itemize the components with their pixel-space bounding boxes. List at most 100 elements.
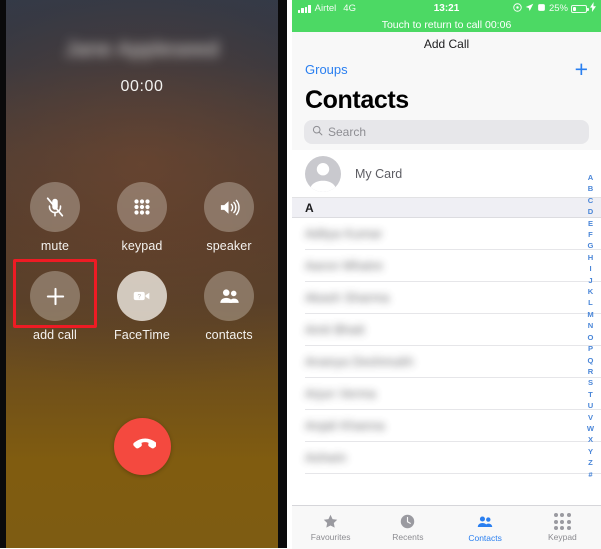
- contact-name: Ashwin: [305, 451, 347, 465]
- alphabet-index-letter[interactable]: G: [588, 240, 594, 251]
- keypad-button-bubble: [117, 182, 167, 232]
- groups-row: Groups +: [292, 56, 601, 82]
- my-card-label: My Card: [355, 166, 403, 181]
- tab-keypad[interactable]: Keypad: [524, 506, 601, 549]
- speaker-icon: [218, 196, 241, 219]
- alphabet-index-letter[interactable]: P: [588, 343, 593, 354]
- contact-name: Ananya Deshmukh: [305, 355, 414, 369]
- contact-name: Amit Bhatt: [305, 323, 365, 337]
- keypad-button-label: keypad: [121, 239, 163, 253]
- alphabet-index-letter[interactable]: U: [588, 400, 593, 411]
- contact-name: Aaron Mhatre: [305, 259, 384, 273]
- call-controls-row-2: add call ? FaceTime contacts: [6, 259, 278, 342]
- phone-down-icon: [129, 431, 157, 463]
- alphabet-index-letter[interactable]: M: [587, 309, 593, 320]
- facetime-button-label: FaceTime: [114, 328, 170, 342]
- alphabet-index-letter[interactable]: R: [588, 366, 593, 377]
- tab-keypad-label: Keypad: [547, 531, 577, 542]
- keypad-icon: [554, 513, 571, 530]
- contacts-button[interactable]: contacts: [198, 271, 260, 342]
- alphabet-index-letter[interactable]: Q: [588, 355, 594, 366]
- search-input[interactable]: Search: [304, 120, 589, 144]
- alphabet-index-letter[interactable]: H: [588, 252, 593, 263]
- caller-name: Jane Appleseed: [65, 38, 219, 61]
- alphabet-index-letter[interactable]: A: [588, 172, 593, 183]
- alphabet-index-letter[interactable]: L: [588, 297, 593, 308]
- person-placeholder-icon: [305, 155, 341, 192]
- alphabet-index-letter[interactable]: S: [588, 377, 593, 388]
- svg-text:?: ?: [137, 293, 141, 300]
- alphabet-index-letter[interactable]: K: [588, 286, 593, 297]
- mute-button-bubble: [30, 182, 80, 232]
- contacts-icon: [476, 513, 494, 531]
- plus-icon: [44, 285, 67, 308]
- alphabet-index-letter[interactable]: E: [588, 218, 593, 229]
- alphabet-index-letter[interactable]: C: [588, 195, 593, 206]
- alphabet-index-letter[interactable]: D: [588, 206, 593, 217]
- alphabet-index[interactable]: A B C D E F G H I J K L M N O P Q R S T U V W X Y Z #: [584, 172, 597, 494]
- mute-button-label: mute: [40, 239, 70, 253]
- contact-name: Akash Sharma: [305, 291, 390, 305]
- battery-percent-label: 25%: [548, 3, 568, 14]
- call-duration-timer: 00:00: [120, 78, 164, 95]
- keypad-button[interactable]: keypad: [111, 182, 173, 253]
- contact-name: Arjun Verma: [305, 387, 376, 401]
- add-call-button-bubble: [30, 271, 80, 321]
- list-item[interactable]: Anjali Khanna: [292, 410, 601, 442]
- end-call-button[interactable]: [113, 418, 171, 475]
- search-icon: [312, 123, 323, 141]
- alphabet-index-letter[interactable]: N: [588, 320, 593, 331]
- list-item[interactable]: Ananya Deshmukh: [292, 346, 601, 378]
- alarm-icon: [537, 3, 546, 15]
- my-card-row[interactable]: My Card: [292, 150, 601, 198]
- facetime-button[interactable]: ? FaceTime: [111, 271, 173, 342]
- add-contact-button[interactable]: +: [575, 57, 588, 81]
- tab-favourites[interactable]: Favourites: [292, 506, 369, 549]
- tab-recents-label: Recents: [392, 532, 424, 542]
- phone-bezel-right: [278, 0, 287, 548]
- alphabet-index-letter[interactable]: W: [587, 423, 594, 434]
- alphabet-index-letter[interactable]: X: [588, 434, 593, 445]
- alphabet-index-letter[interactable]: #: [588, 469, 592, 480]
- list-item[interactable]: Aaron Mhatre: [292, 250, 601, 282]
- groups-link[interactable]: Groups: [305, 62, 348, 77]
- call-controls-grid: mute keypad speaker add call ? FaceTime …: [6, 182, 278, 360]
- mute-button[interactable]: mute: [24, 182, 86, 253]
- list-item[interactable]: Arjun Verma: [292, 378, 601, 410]
- alphabet-index-letter[interactable]: T: [588, 389, 593, 400]
- return-to-call-banner[interactable]: Touch to return to call 00:06: [292, 17, 601, 32]
- charging-bolt-icon: [590, 2, 596, 15]
- add-call-button[interactable]: add call: [13, 259, 97, 342]
- battery-icon: [571, 4, 589, 13]
- contacts-icon: [218, 285, 241, 308]
- alphabet-index-letter[interactable]: B: [588, 183, 593, 194]
- tab-contacts[interactable]: Contacts: [447, 506, 524, 549]
- list-item[interactable]: Amit Bhatt: [292, 314, 601, 346]
- rotation-lock-icon: [513, 2, 522, 15]
- list-item[interactable]: Akash Sharma: [292, 282, 601, 314]
- add-call-button-label: add call: [33, 328, 77, 342]
- tab-recents[interactable]: Recents: [369, 506, 446, 549]
- list-item[interactable]: Ashwin: [292, 442, 601, 474]
- speaker-button[interactable]: speaker: [198, 182, 260, 253]
- navbar-title: Add Call: [423, 37, 470, 51]
- status-bar-right: 25%: [513, 2, 601, 15]
- alphabet-index-letter[interactable]: J: [588, 275, 592, 286]
- alphabet-index-letter[interactable]: I: [589, 263, 591, 274]
- status-bar: Airtel 4G 13:21 25%: [292, 0, 601, 17]
- microphone-muted-icon: [44, 196, 66, 218]
- facetime-button-bubble: ?: [117, 271, 167, 321]
- tab-bar: Favourites Recents Contacts Keypad: [292, 505, 601, 549]
- contact-name: Anjali Khanna: [305, 419, 385, 433]
- list-item[interactable]: Aditya Kumar: [292, 218, 601, 250]
- alphabet-index-letter[interactable]: O: [588, 332, 594, 343]
- alphabet-index-letter[interactable]: F: [588, 229, 593, 240]
- page-title-text: Contacts: [305, 85, 409, 114]
- contacts-button-bubble: [204, 271, 254, 321]
- alphabet-index-letter[interactable]: V: [588, 412, 593, 423]
- call-controls-row-1: mute keypad speaker: [6, 182, 278, 253]
- search-placeholder: Search: [328, 125, 367, 139]
- alphabet-index-letter[interactable]: Z: [588, 457, 593, 468]
- contacts-list[interactable]: My Card A Aditya Kumar Aaron Mhatre Akas…: [292, 150, 601, 505]
- alphabet-index-letter[interactable]: Y: [588, 446, 593, 457]
